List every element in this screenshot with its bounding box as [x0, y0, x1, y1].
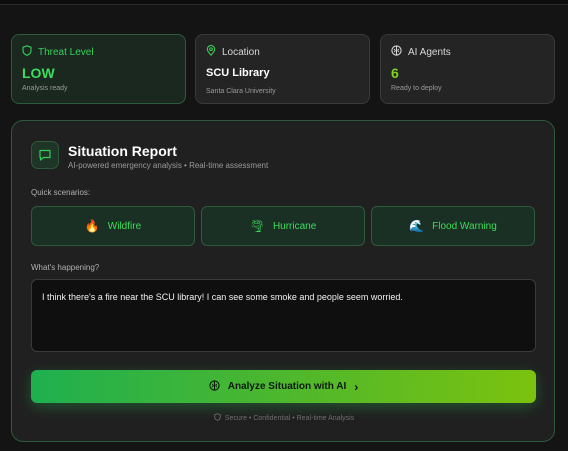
threat-level-label: Threat Level	[38, 46, 94, 58]
scenario-wildfire-button[interactable]: 🔥 Wildfire	[31, 206, 195, 246]
threat-level-header: Threat Level	[22, 45, 175, 59]
ai-agents-label: AI Agents	[408, 46, 451, 58]
scenario-flood-warning-button[interactable]: 🌊 Flood Warning	[371, 206, 535, 246]
location-sub: Santa Clara University	[206, 88, 276, 95]
location-value: SCU Library	[206, 67, 270, 79]
situation-input[interactable]: I think there's a fire near the SCU libr…	[31, 279, 536, 352]
threat-level-sub: Analysis ready	[22, 85, 68, 92]
ai-agents-header: AI Agents	[391, 45, 544, 59]
scenario-hurricane-button[interactable]: 🌪 Hurricane	[201, 206, 365, 246]
situation-report-panel: Situation Report AI-powered emergency an…	[11, 120, 555, 442]
map-pin-icon	[206, 43, 216, 61]
ai-brain-icon	[209, 379, 220, 394]
footer-text: Secure • Confidential • Real-time Analys…	[224, 414, 355, 422]
location-header: Location	[206, 43, 359, 61]
chevron-right-icon: ›	[354, 379, 359, 394]
location-card: Location SCU Library Santa Clara Univers…	[195, 34, 370, 104]
shield-icon	[22, 43, 32, 61]
scenario-label: Flood Warning	[432, 220, 497, 232]
fire-icon: 🔥	[84, 219, 100, 233]
scenario-label: Wildfire	[107, 220, 142, 232]
ai-brain-icon	[391, 43, 402, 61]
analyze-button-label: Analyze Situation with AI	[227, 381, 347, 392]
situation-input-label: What's happening?	[31, 263, 100, 272]
analyze-situation-button[interactable]: Analyze Situation with AI ›	[31, 370, 536, 403]
report-subtitle: AI-powered emergency analysis • Real-tim…	[68, 161, 269, 170]
chat-bubble-icon	[31, 141, 59, 169]
report-title: Situation Report	[68, 143, 177, 159]
wave-icon: 🌊	[409, 219, 425, 233]
shield-icon	[214, 413, 221, 423]
status-cards: Threat Level LOW Analysis ready Location…	[11, 34, 555, 104]
threat-level-value: LOW	[22, 65, 55, 81]
location-label: Location	[222, 46, 260, 58]
security-footer: Secure • Confidential • Real-time Analys…	[12, 413, 556, 423]
top-bar	[0, 0, 568, 5]
tornado-icon: 🌪	[249, 219, 265, 233]
scenario-label: Hurricane	[272, 220, 317, 232]
quick-scenarios-label: Quick scenarios:	[31, 188, 91, 197]
threat-level-card: Threat Level LOW Analysis ready	[11, 34, 186, 104]
ai-agents-sub: Ready to deploy	[391, 85, 442, 92]
ai-agents-card: AI Agents 6 Ready to deploy	[380, 34, 555, 104]
ai-agents-value: 6	[391, 65, 399, 81]
